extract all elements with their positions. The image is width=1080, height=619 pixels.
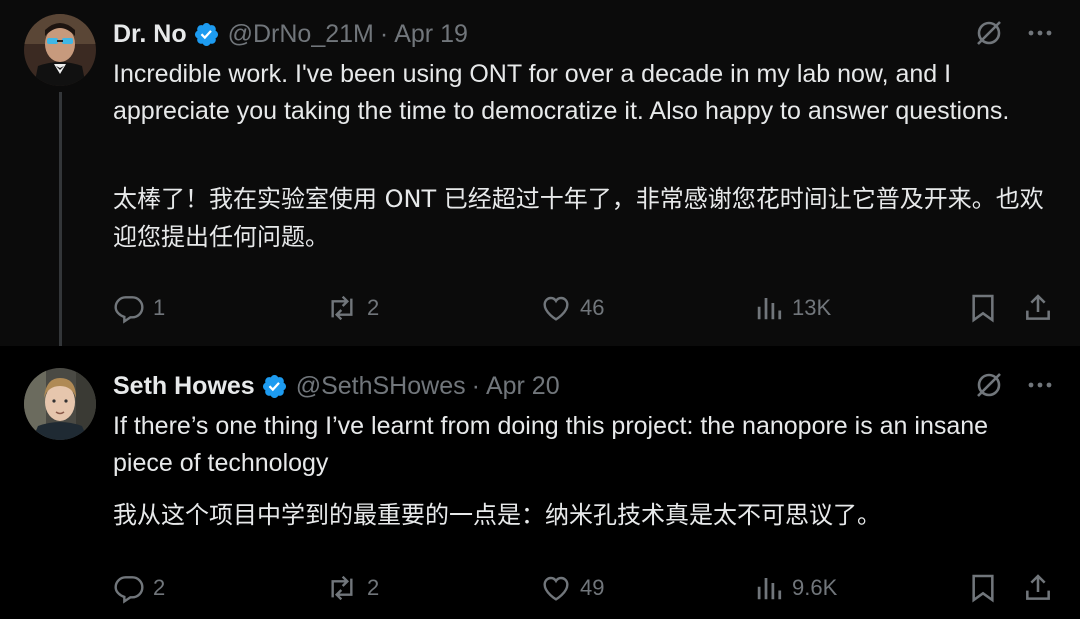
reply-button[interactable]: 1	[113, 288, 165, 328]
view-count: 9.6K	[792, 575, 838, 600]
author-handle[interactable]: @SethSHowes	[296, 372, 466, 401]
share-button[interactable]	[1022, 288, 1054, 328]
reply-icon	[114, 296, 144, 324]
avatar-image	[24, 14, 96, 86]
like-count: 46	[580, 295, 605, 320]
share-button[interactable]	[1022, 568, 1054, 608]
repost-count: 2	[367, 295, 380, 320]
reply-button[interactable]: 2	[113, 568, 165, 608]
view-count: 13K	[792, 295, 832, 320]
action-bar: 1 2 46 13K	[113, 288, 1058, 328]
like-button[interactable]: 49	[540, 568, 604, 608]
bookmark-icon	[972, 574, 994, 603]
repost-icon	[331, 575, 353, 601]
views-button[interactable]: 9.6K	[754, 568, 837, 608]
like-button[interactable]: 46	[540, 288, 604, 328]
repost-button[interactable]: 2	[325, 288, 379, 328]
like-icon	[543, 296, 569, 321]
like-count: 49	[580, 575, 605, 600]
author-name[interactable]: Seth Howes	[113, 372, 255, 401]
tweet-text-english: Incredible work. I've been using ONT for…	[113, 60, 1010, 125]
views-icon	[757, 298, 782, 320]
grok-icon[interactable]	[974, 370, 1004, 400]
share-icon	[1026, 294, 1050, 320]
tweet-date[interactable]: Apr 20	[486, 372, 560, 401]
tweet-date[interactable]: Apr 19	[394, 20, 468, 49]
action-bar: 2 2 49 9.6K	[113, 568, 1058, 608]
separator-dot: ·	[471, 371, 480, 400]
tweet-text-chinese: 太棒了！我在实验室使用 ONT 已经超过十年了，非常感谢您花时间让它普及开来。也…	[113, 185, 1044, 251]
more-icon[interactable]	[1026, 371, 1054, 399]
separator-dot: ·	[379, 19, 389, 48]
avatar[interactable]	[24, 368, 96, 440]
bookmark-button[interactable]	[967, 288, 999, 328]
author-name[interactable]: Dr. No	[113, 20, 187, 49]
like-icon	[543, 576, 569, 601]
header-actions	[974, 370, 1054, 400]
bookmark-icon	[972, 294, 994, 323]
header-actions	[974, 18, 1054, 48]
tweet-header: Dr. No @DrNo_21M · Apr 19	[113, 16, 468, 52]
tweet-seth-howes[interactable]: Seth Howes @SethSHowes · Apr 20 If there…	[0, 346, 1080, 619]
tweet-dr-no[interactable]: Dr. No @DrNo_21M · Apr 19 Incredible wor…	[0, 0, 1080, 346]
tweet-text-chinese: 我从这个项目中学到的最重要的一点是：纳米孔技术真是太不可思议了。	[113, 501, 881, 529]
repost-button[interactable]: 2	[325, 568, 379, 608]
repost-icon	[331, 295, 353, 321]
repost-count: 2	[367, 575, 380, 600]
avatar[interactable]	[24, 14, 96, 86]
views-icon	[757, 578, 782, 600]
views-button[interactable]: 13K	[754, 288, 831, 328]
bookmark-button[interactable]	[967, 568, 999, 608]
reply-count: 1	[153, 295, 166, 320]
thread-connector-line	[59, 92, 62, 360]
verified-badge-icon	[194, 22, 218, 46]
more-icon[interactable]	[1026, 19, 1054, 47]
share-icon	[1026, 574, 1050, 600]
verified-badge-icon	[262, 374, 286, 398]
tweet-text-english: If there’s one thing I’ve learnt from do…	[113, 412, 989, 477]
reply-icon	[114, 576, 144, 604]
grok-icon[interactable]	[974, 18, 1004, 48]
author-handle[interactable]: @DrNo_21M	[228, 20, 374, 49]
avatar-image	[24, 368, 96, 440]
tweet-header: Seth Howes @SethSHowes · Apr 20	[113, 368, 560, 404]
reply-count: 2	[153, 575, 166, 600]
